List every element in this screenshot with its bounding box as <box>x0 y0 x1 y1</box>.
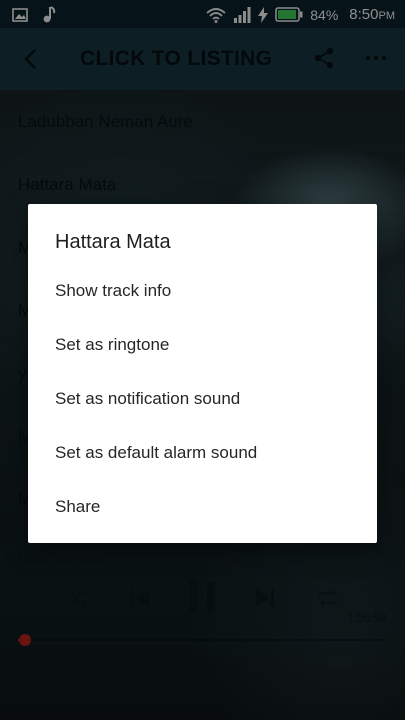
track-options-dialog: Hattara Mata Show track info Set as ring… <box>28 204 377 543</box>
dialog-title: Hattara Mata <box>55 231 171 253</box>
menu-item-set-notification-sound[interactable]: Set as notification sound <box>28 372 377 426</box>
menu-item-show-track-info[interactable]: Show track info <box>28 264 377 318</box>
menu-item-share[interactable]: Share <box>28 480 377 534</box>
menu-item-set-ringtone[interactable]: Set as ringtone <box>28 318 377 372</box>
menu-item-set-alarm-sound[interactable]: Set as default alarm sound <box>28 426 377 480</box>
